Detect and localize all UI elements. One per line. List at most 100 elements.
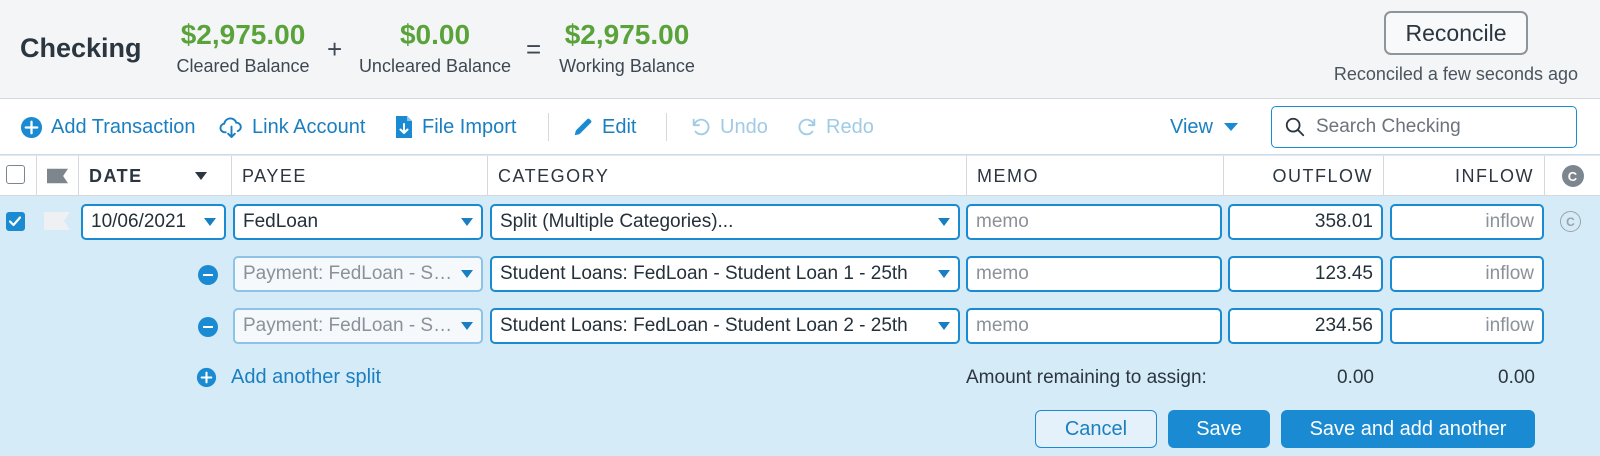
add-split-label: Add another split	[231, 366, 382, 388]
split-inflow-field	[1390, 308, 1544, 344]
undo-icon	[692, 118, 710, 136]
cleared-balance: $2,975.00 Cleared Balance	[176, 18, 310, 77]
cleared-toggle-icon[interactable]: C	[1560, 211, 1581, 232]
caret-down-icon	[938, 270, 950, 278]
cleared-column-header[interactable]: C	[1544, 156, 1600, 196]
transaction-checkbox[interactable]	[6, 212, 25, 231]
add-transaction-button[interactable]: Add Transaction	[20, 99, 196, 155]
split-memo-field	[966, 256, 1222, 292]
category-field[interactable]: Split (Multiple Categories)...	[490, 204, 960, 240]
toolbar-divider	[666, 113, 667, 141]
reconcile-button[interactable]: Reconcile	[1384, 11, 1528, 55]
memo-column-header[interactable]: MEMO	[966, 156, 1223, 196]
account-name: Checking	[20, 33, 142, 63]
edit-button[interactable]: Edit	[572, 99, 636, 155]
split-payee-value: Payment: FedLoan - Student Loan 1 - 25th	[243, 263, 455, 284]
outflow-header-label: OUTFLOW	[1272, 165, 1373, 186]
category-column-header[interactable]: CATEGORY	[487, 156, 966, 196]
select-all-checkbox[interactable]	[6, 165, 25, 184]
remaining-outflow-value: 0.00	[1337, 367, 1374, 388]
split-outflow-input[interactable]	[1238, 263, 1373, 285]
split-payee-field[interactable]: Payment: FedLoan - Student Loan 1 - 25th	[233, 256, 483, 292]
split-category-field[interactable]: Student Loans: FedLoan - Student Loan 2 …	[490, 308, 960, 344]
remove-split-icon[interactable]	[198, 317, 218, 337]
toolbar-divider	[548, 113, 549, 141]
split-inflow-input[interactable]	[1400, 315, 1534, 337]
flag-icon[interactable]	[44, 212, 70, 230]
cancel-button[interactable]: Cancel	[1035, 410, 1157, 448]
split-outflow-field	[1228, 308, 1383, 344]
working-balance: $2,975.00 Working Balance	[554, 18, 700, 77]
undo-button[interactable]: Undo	[690, 99, 768, 155]
remaining-inflow-value: 0.00	[1498, 367, 1535, 388]
split-category-field[interactable]: Student Loans: FedLoan - Student Loan 1 …	[490, 256, 960, 292]
caret-down-icon	[938, 322, 950, 330]
flag-icon	[47, 168, 68, 184]
add-split-button[interactable]: Add another split	[196, 366, 381, 389]
working-balance-amount: $2,975.00	[564, 19, 690, 50]
save-and-add-another-button[interactable]: Save and add another	[1281, 410, 1535, 448]
equals-operator: =	[526, 34, 542, 64]
inflow-field	[1390, 204, 1544, 240]
date-column-header[interactable]: DATE	[78, 156, 231, 196]
split-inflow-input[interactable]	[1400, 263, 1534, 285]
split-memo-input[interactable]	[976, 315, 1212, 337]
payee-field[interactable]: FedLoan	[233, 204, 483, 240]
date-value: 10/06/2021	[91, 211, 187, 232]
split-memo-field	[966, 308, 1222, 344]
redo-label: Redo	[826, 115, 874, 138]
save-button[interactable]: Save	[1168, 410, 1270, 448]
add-transaction-label: Add Transaction	[51, 115, 196, 138]
split-memo-input[interactable]	[976, 263, 1212, 285]
split-payee-value: Payment: FedLoan - Student Loan 2 - 25th	[243, 315, 455, 336]
memo-input[interactable]	[976, 211, 1212, 233]
register-toolbar: Add Transaction Link Account File Import…	[0, 99, 1600, 155]
split-inflow-field	[1390, 256, 1544, 292]
search-box	[1271, 106, 1577, 148]
uncleared-balance-label: Uncleared Balance	[358, 56, 512, 76]
file-import-button[interactable]: File Import	[394, 99, 516, 155]
search-input[interactable]	[1316, 116, 1556, 138]
uncleared-balance-amount: $0.00	[399, 19, 471, 50]
plus-circle-icon	[20, 116, 43, 138]
cloud-download-icon	[219, 116, 242, 138]
plus-circle-icon	[196, 367, 217, 388]
inflow-input[interactable]	[1400, 211, 1534, 233]
split-payee-field[interactable]: Payment: FedLoan - Student Loan 2 - 25th	[233, 308, 483, 344]
link-account-button[interactable]: Link Account	[219, 99, 365, 155]
payee-column-header[interactable]: PAYEE	[231, 156, 487, 196]
split-category-value: Student Loans: FedLoan - Student Loan 2 …	[500, 315, 908, 336]
plus-operator: +	[327, 34, 343, 64]
column-header-row: DATE PAYEE CATEGORY MEMO OUTFLOW INFLOW …	[0, 156, 1600, 196]
pencil-icon	[574, 118, 592, 136]
caret-down-icon	[461, 322, 473, 330]
amount-remaining-label: Amount remaining to assign:	[966, 367, 1207, 388]
cleared-balance-amount: $2,975.00	[180, 19, 306, 50]
caret-down-icon	[938, 218, 950, 226]
split-outflow-field	[1228, 256, 1383, 292]
flag-column-header[interactable]	[36, 156, 78, 196]
edit-label: Edit	[602, 115, 637, 138]
caret-down-icon	[1224, 123, 1238, 131]
view-label: View	[1170, 115, 1213, 138]
select-all-cell	[0, 156, 36, 196]
reconcile-status: Reconciled a few seconds ago	[1333, 64, 1578, 84]
date-header-label: DATE	[89, 165, 143, 186]
inflow-column-header[interactable]: INFLOW	[1383, 156, 1544, 196]
remove-split-icon[interactable]	[198, 265, 218, 285]
uncleared-balance: $0.00 Uncleared Balance	[356, 18, 514, 77]
outflow-input[interactable]	[1238, 211, 1373, 233]
sort-desc-icon	[195, 172, 207, 180]
file-import-label: File Import	[422, 115, 517, 138]
search-icon	[1285, 117, 1305, 137]
caret-down-icon	[461, 218, 473, 226]
view-menu-button[interactable]: View	[1170, 99, 1239, 155]
date-field[interactable]: 10/06/2021	[81, 204, 226, 240]
file-import-icon	[396, 116, 412, 138]
redo-button[interactable]: Redo	[796, 99, 874, 155]
split-category-value: Student Loans: FedLoan - Student Loan 1 …	[500, 263, 908, 284]
split-outflow-input[interactable]	[1238, 315, 1373, 337]
cleared-balance-label: Cleared Balance	[176, 56, 310, 76]
outflow-column-header[interactable]: OUTFLOW	[1223, 156, 1383, 196]
redo-icon	[798, 118, 816, 136]
